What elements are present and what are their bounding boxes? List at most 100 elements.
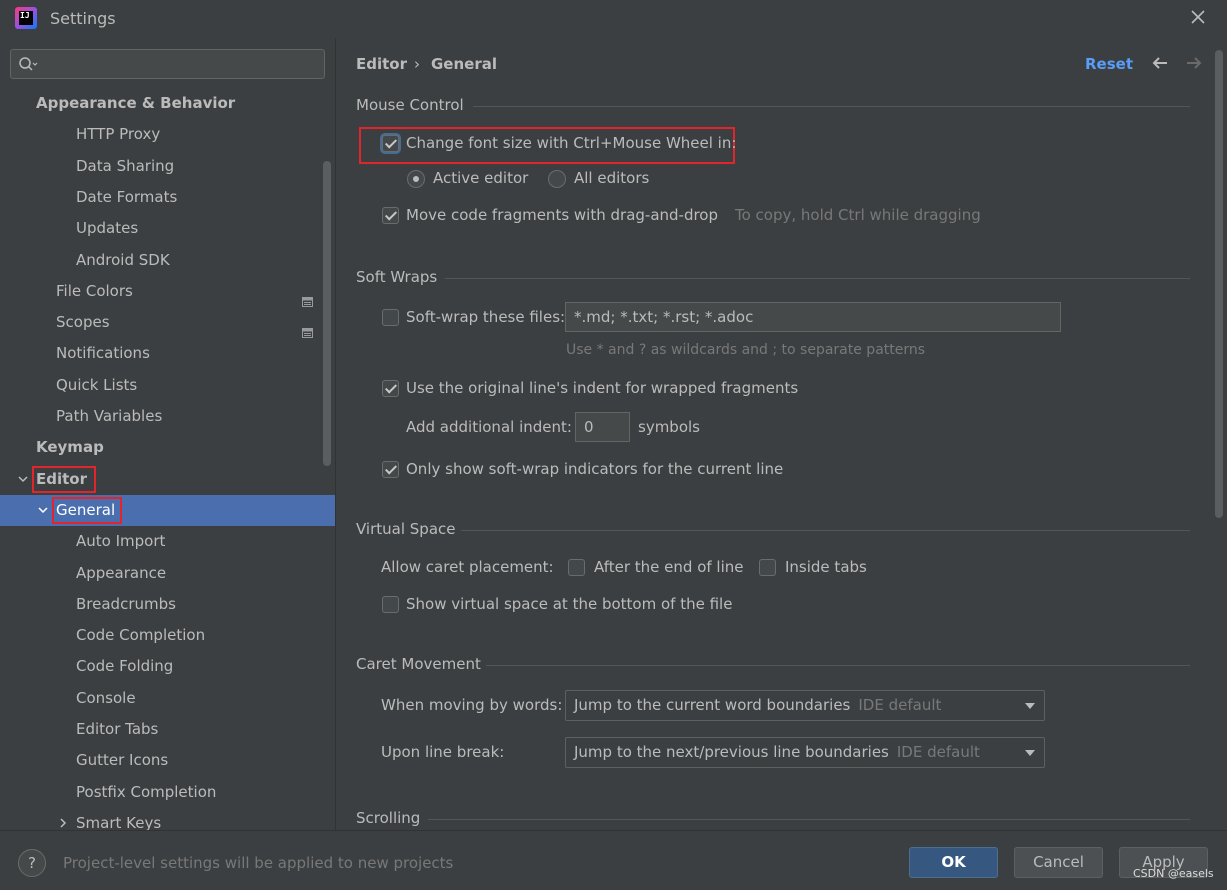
help-button[interactable]: ? (18, 849, 46, 877)
project-level-icon (302, 287, 313, 307)
separator-line (428, 819, 1190, 820)
moving-words-value: Jump to the current word boundaries (574, 696, 851, 714)
section-virtual-space: Virtual Space (356, 520, 456, 538)
symbols-label: symbols (638, 418, 700, 436)
sidebar-item-updates[interactable]: Updates (0, 213, 335, 244)
chevron-right-icon[interactable] (57, 817, 69, 829)
all-editors-radio[interactable] (548, 170, 566, 188)
separator-line (445, 278, 1190, 279)
sidebar-item-label: Updates (76, 219, 139, 238)
sidebar-item-label: Gutter Icons (76, 751, 169, 770)
search-input[interactable] (45, 54, 315, 74)
show-virtual-checkbox[interactable] (382, 596, 399, 613)
active-editor-radio[interactable] (407, 170, 425, 188)
sidebar-item-label: Console (76, 688, 136, 707)
sidebar-item-label: Keymap (36, 438, 104, 457)
line-break-value: Jump to the next/previous line boundarie… (574, 743, 889, 761)
only-show-checkbox[interactable] (382, 461, 399, 478)
sidebar-item-quick-lists[interactable]: Quick Lists (0, 370, 335, 401)
content-scrollbar[interactable] (1215, 50, 1223, 518)
close-icon[interactable] (1187, 6, 1209, 28)
sidebar-item-keymap[interactable]: Keymap (0, 432, 335, 463)
cancel-button[interactable]: Cancel (1014, 847, 1103, 878)
sidebar-item-appearance-behavior[interactable]: Appearance & Behavior (0, 88, 335, 119)
sidebar-item-label: Data Sharing (76, 156, 175, 175)
sidebar-item-label: Appearance & Behavior (36, 94, 236, 112)
sidebar-item-editor-tabs[interactable]: Editor Tabs (0, 714, 335, 745)
change-font-size-label: Change font size with Ctrl+Mouse Wheel i… (406, 134, 737, 152)
show-virtual-label: Show virtual space at the bottom of the … (406, 595, 733, 613)
settings-search[interactable] (10, 49, 325, 79)
sidebar-scrollbar[interactable] (323, 161, 331, 466)
sidebar-item-path-variables[interactable]: Path Variables (0, 401, 335, 432)
sidebar-item-label: Scopes (56, 313, 110, 332)
section-mouse-control: Mouse Control (356, 96, 464, 114)
settings-sidebar: Appearance & Behavior HTTP Proxy Data Shar… (0, 38, 335, 832)
line-break-label: Upon line break: (381, 743, 505, 761)
settings-content: Editor › General Reset Mouse Control Cha… (336, 38, 1227, 830)
chevron-down-icon[interactable] (37, 504, 49, 516)
sidebar-item-gutter-icons[interactable]: Gutter Icons (0, 745, 335, 776)
all-editors-label: All editors (574, 169, 650, 187)
moving-words-dropdown[interactable]: Jump to the current word boundaries IDE d… (565, 690, 1045, 721)
sidebar-item-label: Quick Lists (56, 375, 138, 394)
sidebar-item-label: Code Folding (76, 657, 174, 676)
project-level-icon (302, 318, 313, 339)
reset-link[interactable]: Reset (1085, 55, 1133, 73)
soft-wrap-label: Soft-wrap these files: (406, 308, 566, 326)
move-code-checkbox[interactable] (382, 207, 399, 224)
sidebar-item-data-sharing[interactable]: Data Sharing (0, 151, 335, 182)
sidebar-item-auto-import[interactable]: Auto Import (0, 526, 335, 557)
soft-wrap-checkbox[interactable] (382, 309, 399, 326)
additional-indent-label: Add additional indent: (406, 418, 572, 436)
separator-line (473, 106, 1190, 107)
original-indent-label: Use the original line's indent for wrapp… (406, 379, 799, 397)
sidebar-item-http-proxy[interactable]: HTTP Proxy (0, 119, 335, 150)
dialog-footer: ? Project-level settings will be applied… (0, 830, 1227, 890)
sidebar-item-label: Breadcrumbs (76, 594, 176, 613)
sidebar-item-code-completion[interactable]: Code Completion (0, 620, 335, 651)
back-arrow-icon[interactable] (1151, 55, 1169, 71)
sidebar-item-label: Date Formats (76, 187, 178, 206)
chevron-down-icon[interactable] (17, 473, 29, 485)
section-scrolling: Scrolling (356, 809, 421, 827)
sidebar-item-breadcrumbs[interactable]: Breadcrumbs (0, 589, 335, 620)
sidebar-item-notifications[interactable]: Notifications (0, 338, 335, 369)
sidebar-item-label: Notifications (56, 344, 150, 363)
sidebar-item-label: Editor Tabs (76, 720, 159, 738)
sidebar-item-label: Code Completion (76, 626, 206, 645)
moving-words-default: IDE default (858, 696, 942, 714)
sidebar-item-postfix-completion[interactable]: Postfix Completion (0, 777, 335, 808)
sidebar-item-general[interactable]: General (0, 494, 335, 526)
additional-indent-input[interactable]: 0 (575, 412, 630, 442)
section-soft-wraps: Soft Wraps (356, 268, 438, 286)
breadcrumb-general: General (431, 55, 497, 73)
sidebar-item-label: Appearance (76, 563, 167, 582)
sidebar-item-appearance[interactable]: Appearance (0, 558, 335, 589)
search-icon (19, 57, 38, 71)
allow-caret-label: Allow caret placement: (381, 558, 554, 576)
after-end-checkbox[interactable] (568, 559, 585, 576)
sidebar-item-scopes[interactable]: Scopes (0, 307, 335, 339)
breadcrumb-editor[interactable]: Editor (356, 55, 407, 73)
line-break-dropdown[interactable]: Jump to the next/previous line boundarie… (565, 737, 1045, 768)
only-show-label: Only show soft-wrap indicators for the c… (406, 460, 784, 478)
sidebar-item-label: Path Variables (56, 407, 163, 425)
original-indent-checkbox[interactable] (382, 380, 399, 397)
forward-arrow-icon[interactable] (1185, 55, 1203, 71)
highlight-box (52, 496, 122, 524)
after-end-label: After the end of line (594, 558, 744, 576)
sidebar-item-android-sdk[interactable]: Android SDK (0, 245, 335, 276)
sidebar-item-label: File Colors (56, 281, 133, 300)
sidebar-item-date-formats[interactable]: Date Formats (0, 182, 335, 213)
sidebar-item-file-colors[interactable]: File Colors (0, 276, 335, 307)
sidebar-item-console[interactable]: Console (0, 683, 335, 714)
sidebar-item-code-folding[interactable]: Code Folding (0, 651, 335, 682)
dropdown-arrow-icon (1025, 750, 1035, 756)
ok-button[interactable]: OK (909, 847, 998, 878)
inside-tabs-checkbox[interactable] (759, 559, 776, 576)
change-font-size-checkbox[interactable] (382, 135, 399, 152)
project-level-info: Project-level settings will be applied t… (63, 854, 454, 872)
highlight-box (32, 465, 96, 493)
soft-wrap-files-input[interactable]: *.md; *.txt; *.rst; *.adoc (565, 302, 1061, 332)
